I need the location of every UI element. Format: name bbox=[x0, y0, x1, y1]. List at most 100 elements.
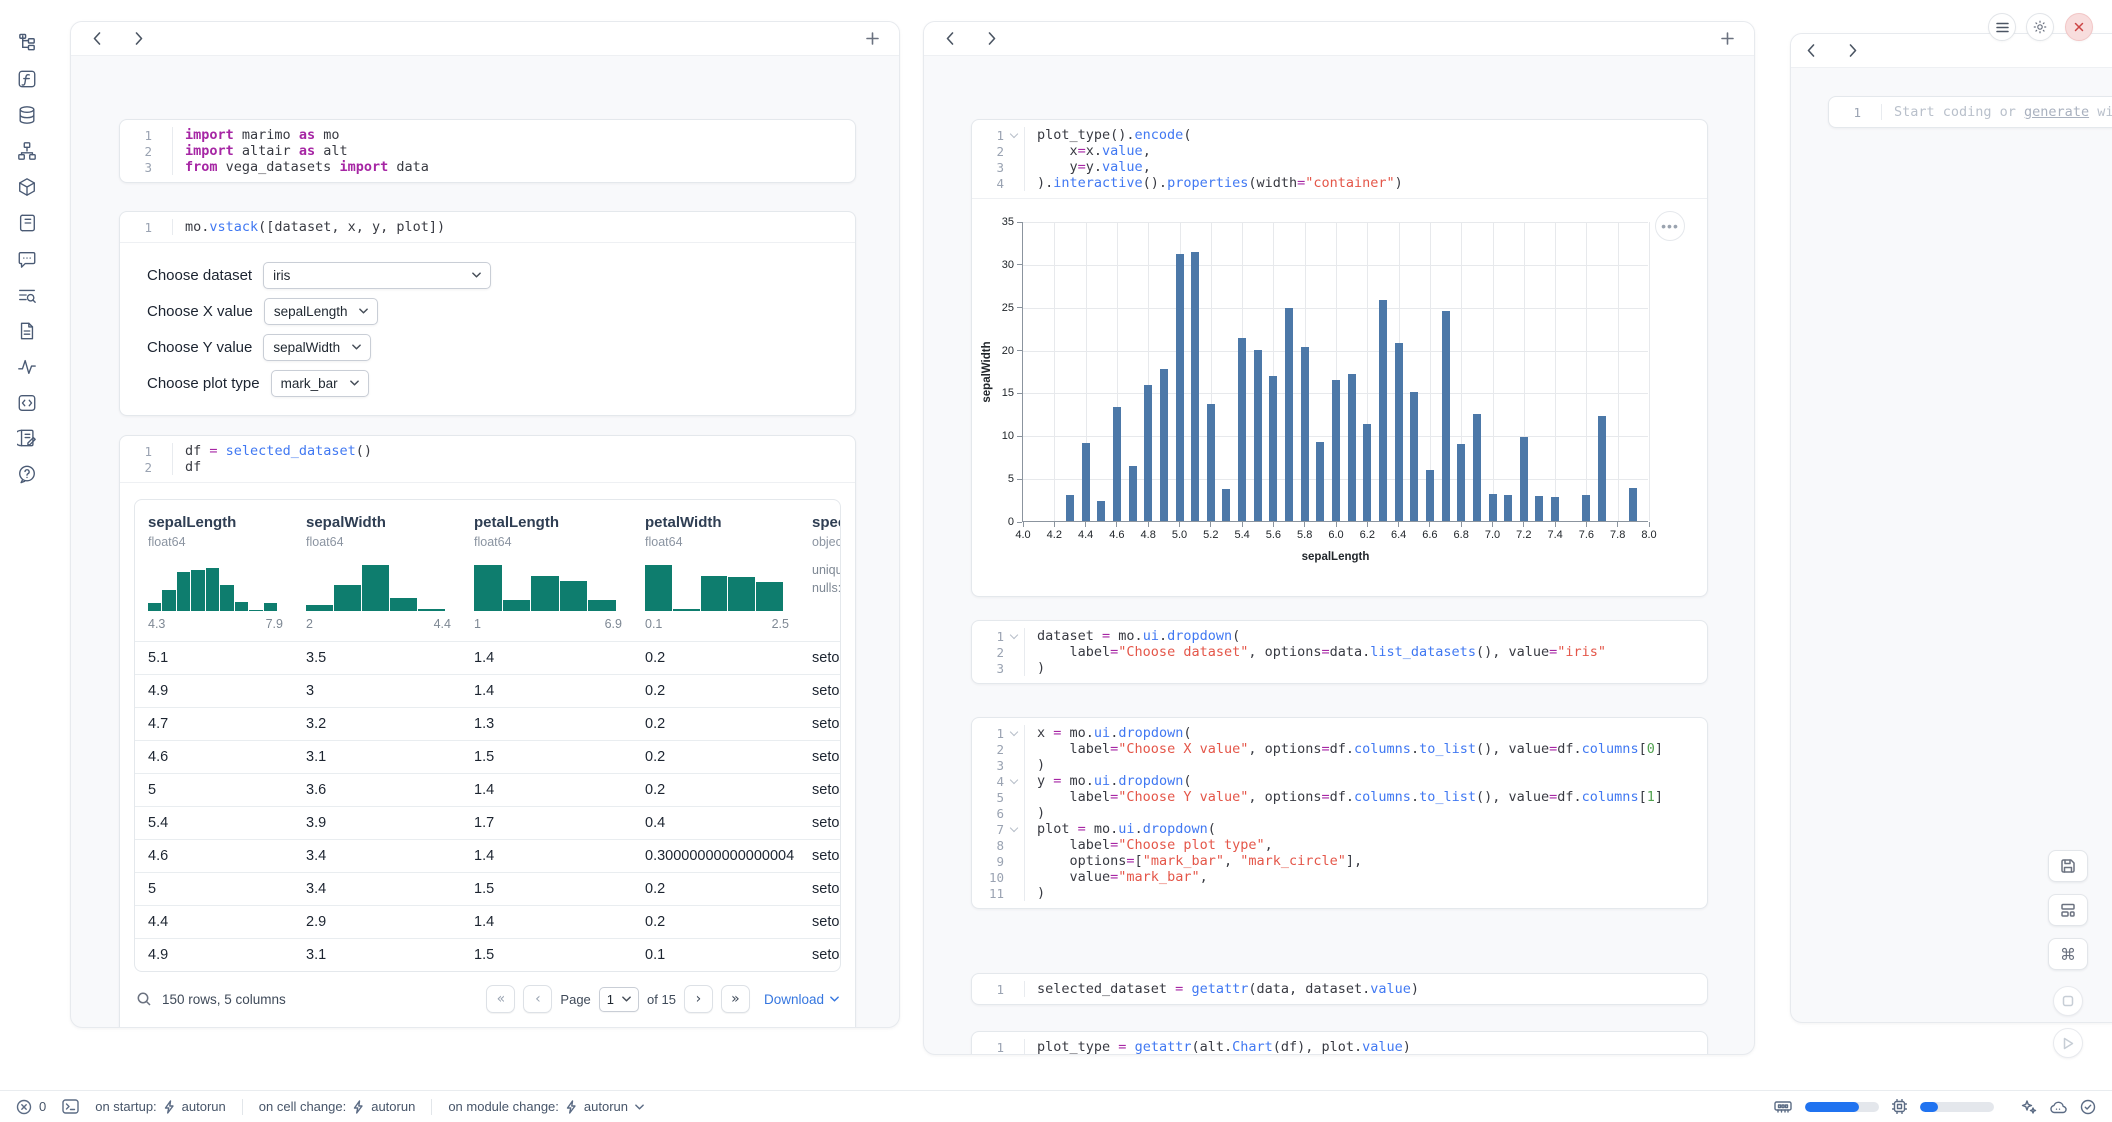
terminal-button[interactable] bbox=[62, 1099, 79, 1114]
code-cell-dataset-dropdown[interactable]: 1dataset = mo.ui.dropdown(2 label="Choos… bbox=[971, 620, 1708, 684]
plot-type-select[interactable]: mark_bar bbox=[271, 370, 369, 397]
file-explorer-icon[interactable] bbox=[14, 30, 40, 56]
chart-bar bbox=[1363, 424, 1371, 521]
last-page-button[interactable]: » bbox=[721, 985, 750, 1013]
table-cell: 0.1 bbox=[632, 939, 799, 971]
column-prev-icon[interactable] bbox=[942, 31, 958, 47]
column-next-icon[interactable] bbox=[984, 31, 1000, 47]
functions-icon[interactable] bbox=[14, 66, 40, 92]
packages-icon[interactable] bbox=[14, 174, 40, 200]
code-text: label="Choose X value", options=df.colum… bbox=[1024, 741, 1707, 757]
chart-output[interactable]: sepalWidth sepalLength 051015202530354.0… bbox=[972, 198, 1707, 581]
dependency-graph-icon[interactable] bbox=[14, 138, 40, 164]
notebook-menu-button[interactable] bbox=[1988, 13, 2016, 41]
chat-icon[interactable] bbox=[14, 246, 40, 272]
code-token: y bbox=[1037, 159, 1078, 175]
x-value-select[interactable]: sepalLength bbox=[264, 298, 379, 325]
code-editor[interactable]: 1dataset = mo.ui.dropdown(2 label="Choos… bbox=[972, 621, 1707, 683]
code-cell-vstack[interactable]: 1mo.vstack([dataset, x, y, plot]) Choose… bbox=[119, 211, 856, 416]
hist-bar bbox=[162, 590, 175, 611]
line-gutter: 3 bbox=[972, 660, 1024, 676]
x-tick-label: 5.4 bbox=[1234, 529, 1249, 541]
code-cell-xyplot-dropdowns[interactable]: 1x = mo.ui.dropdown(2 label="Choose X va… bbox=[971, 717, 1708, 909]
x-tick bbox=[1179, 522, 1180, 527]
code-editor[interactable]: 1mo.vstack([dataset, x, y, plot]) bbox=[120, 212, 855, 242]
scratchpad-icon[interactable] bbox=[14, 425, 40, 451]
on-cell-change-config[interactable]: on cell change: autorun bbox=[259, 1099, 416, 1114]
code-token: plot_type bbox=[1037, 1039, 1118, 1055]
tracing-icon[interactable] bbox=[14, 354, 40, 380]
column-prev-icon[interactable] bbox=[1803, 43, 1819, 59]
column-header-sepalWidth[interactable]: sepalWidth float64 24.4 bbox=[293, 500, 461, 641]
connection-status-icon[interactable] bbox=[2080, 1099, 2096, 1115]
code-token: = bbox=[1322, 789, 1330, 805]
column-next-icon[interactable] bbox=[1845, 43, 1861, 59]
add-cell-icon[interactable] bbox=[863, 30, 881, 48]
y-value-select[interactable]: sepalWidth bbox=[263, 334, 371, 361]
column-header-species[interactable]: species object unique:nulls: bbox=[799, 500, 841, 641]
documentation-icon[interactable] bbox=[14, 210, 40, 236]
datasources-icon[interactable] bbox=[14, 102, 40, 128]
settings-button[interactable] bbox=[2026, 13, 2054, 41]
code-line: 2 x=x.value, bbox=[972, 143, 1707, 159]
column-prev-icon[interactable] bbox=[89, 31, 105, 47]
shutdown-button[interactable] bbox=[2065, 13, 2093, 41]
hist-bar bbox=[235, 602, 248, 611]
command-palette-button[interactable]: ⌘ bbox=[2048, 938, 2088, 970]
next-page-button[interactable]: › bbox=[684, 985, 713, 1013]
code-cell-chart[interactable]: 1plot_type().encode(2 x=x.value,3 y=y.va… bbox=[971, 119, 1708, 597]
line-number: 2 bbox=[120, 144, 152, 159]
first-page-button[interactable]: « bbox=[486, 985, 515, 1013]
code-editor[interactable]: 1x = mo.ui.dropdown(2 label="Choose X va… bbox=[972, 718, 1707, 908]
download-button[interactable]: Download bbox=[764, 992, 839, 1007]
page-select[interactable]: 1 bbox=[599, 987, 639, 1012]
ai-sparkles-icon[interactable] bbox=[2021, 1099, 2037, 1115]
run-all-button[interactable] bbox=[2053, 1028, 2083, 1058]
altair-bar-chart[interactable]: sepalWidth sepalLength 051015202530354.0… bbox=[1022, 222, 1648, 522]
chart-actions-icon[interactable]: ••• bbox=[1655, 211, 1685, 241]
column-header-petalLength[interactable]: petalLength float64 16.9 bbox=[461, 500, 632, 641]
snippets-icon[interactable] bbox=[14, 390, 40, 416]
code-cell-imports[interactable]: 1import marimo as mo2import altair as al… bbox=[119, 119, 856, 183]
control-label: Choose plot type bbox=[147, 375, 260, 392]
code-editor[interactable]: 1import marimo as mo2import altair as al… bbox=[120, 120, 855, 182]
empty-code-cell[interactable]: 1Start coding or generate with AI bbox=[1828, 96, 2112, 128]
code-editor[interactable]: 1Start coding or generate with AI bbox=[1829, 97, 2112, 127]
outline-icon[interactable] bbox=[14, 282, 40, 308]
code-cell-dataframe[interactable]: 1df = selected_dataset()2df sepalLength … bbox=[119, 435, 856, 1028]
column-next-icon[interactable] bbox=[131, 31, 147, 47]
code-line: 9 options=["mark_bar", "mark_circle"], bbox=[972, 853, 1707, 869]
code-token: df bbox=[185, 443, 209, 459]
code-editor[interactable]: 1plot_type().encode(2 x=x.value,3 y=y.va… bbox=[972, 120, 1707, 198]
dataset-select[interactable]: iris bbox=[263, 262, 491, 289]
code-token: mo. bbox=[185, 219, 209, 235]
notebook-column-1: 1import marimo as mo2import altair as al… bbox=[70, 21, 900, 1028]
code-token: = bbox=[1126, 853, 1134, 869]
code-editor[interactable]: 1selected_dataset = getattr(data, datase… bbox=[972, 974, 1707, 1004]
y-tick-label: 15 bbox=[1002, 387, 1014, 399]
save-button[interactable] bbox=[2048, 850, 2088, 882]
on-module-change-config[interactable]: on module change: autorun bbox=[448, 1099, 644, 1114]
column-name: sepalLength bbox=[148, 514, 293, 532]
code-editor[interactable]: 1df = selected_dataset()2df bbox=[120, 436, 855, 482]
code-editor[interactable]: 1plot_type = getattr(alt.Chart(df), plot… bbox=[972, 1032, 1707, 1055]
code-token: , bbox=[1224, 853, 1240, 869]
on-startup-config[interactable]: on startup: autorun bbox=[95, 1099, 226, 1114]
chart-bar bbox=[1316, 442, 1324, 521]
column-header-petalWidth[interactable]: petalWidth float64 0.12.5 bbox=[632, 500, 799, 641]
add-cell-icon[interactable] bbox=[1718, 30, 1736, 48]
help-icon[interactable] bbox=[14, 461, 40, 487]
line-gutter: 2 bbox=[120, 143, 172, 159]
line-number: 1 bbox=[972, 726, 1004, 741]
code-cell-plot-type[interactable]: 1plot_type = getattr(alt.Chart(df), plot… bbox=[971, 1031, 1708, 1055]
column-header-sepalLength[interactable]: sepalLength float64 4.37.9 bbox=[135, 500, 293, 641]
layout-toggle-button[interactable] bbox=[2048, 894, 2088, 926]
prev-page-button[interactable]: ‹ bbox=[523, 985, 552, 1013]
docs-icon[interactable] bbox=[14, 318, 40, 344]
table-cell: 0.2 bbox=[632, 741, 799, 773]
search-icon[interactable] bbox=[136, 991, 152, 1007]
code-cell-selected-dataset[interactable]: 1selected_dataset = getattr(data, datase… bbox=[971, 973, 1708, 1005]
packages-status-icon[interactable] bbox=[2050, 1100, 2067, 1114]
stop-runtime-button[interactable] bbox=[2053, 986, 2083, 1016]
error-count-indicator[interactable]: 0 bbox=[16, 1099, 46, 1115]
